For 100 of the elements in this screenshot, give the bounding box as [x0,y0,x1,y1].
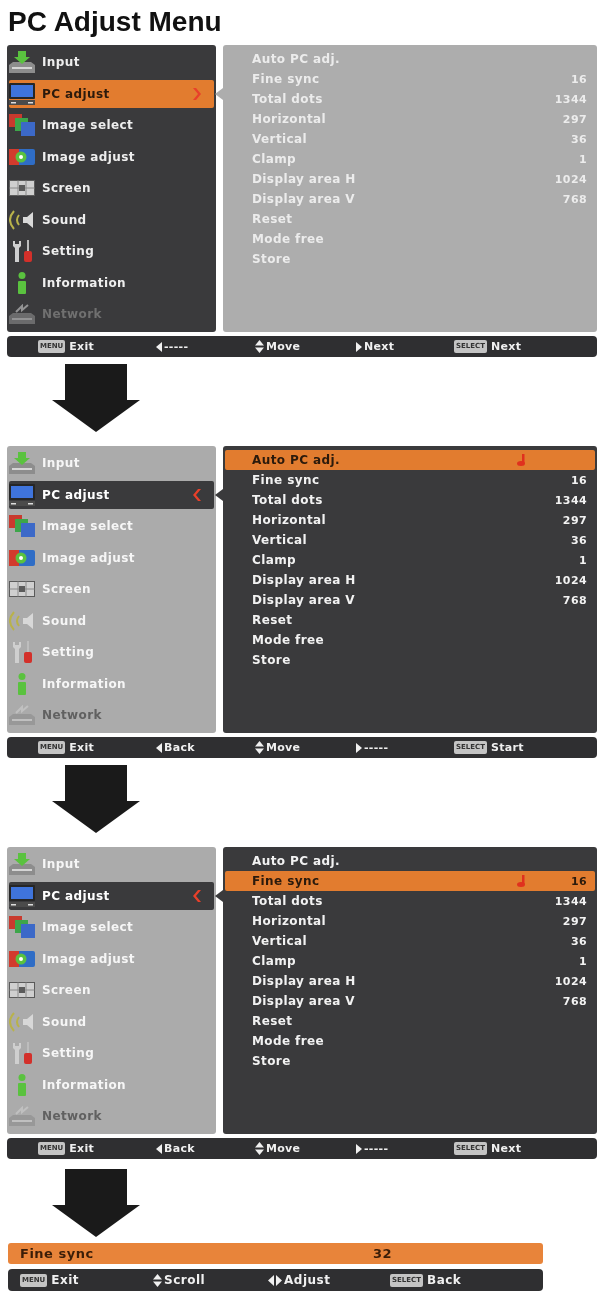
submenu-item[interactable]: Fine sync [252,473,320,487]
zigzag-tray-icon [9,1106,35,1126]
hint-label: Adjust [284,1273,331,1287]
submenu-item[interactable]: Mode free [252,633,325,647]
note-icon [517,875,525,887]
left-triangle-icon [156,1143,162,1154]
wrench-screwdriver-icon [12,1042,32,1064]
submenu-item[interactable]: Clamp [252,553,297,567]
up-down-icon [255,340,264,353]
submenu-item[interactable]: Fine sync [252,874,320,888]
setting-value: 297 [562,914,587,928]
setting-value: 36 [570,132,587,146]
setting-value: 1024 [554,573,587,587]
rgb-tile-icon [9,148,35,165]
submenu-item[interactable]: Auto PC adj. [252,854,340,868]
submenu-item[interactable]: Horizontal [252,914,327,928]
setting-value: 16 [570,473,587,487]
page-title: PC Adjust Menu [8,7,222,37]
left-triangle-icon [156,742,162,753]
menu-item[interactable]: PC adjust [9,881,214,910]
download-tray-icon [9,853,35,875]
hint-label: ----- [364,1142,389,1155]
submenu-item[interactable]: Display area V [252,593,355,607]
setting-value: 32 [373,1246,393,1261]
hint-label: Exit [51,1273,80,1287]
setting-value: 1024 [554,974,587,988]
grid-panel-icon [9,982,35,998]
setting-value: 1344 [554,92,587,106]
setting-value: 36 [570,934,587,948]
hint-label: Scroll [164,1273,206,1287]
info-icon [17,672,27,695]
setting-value: 16 [570,874,587,888]
submenu-item[interactable]: Mode free [252,1034,325,1048]
hint-label: ----- [164,340,189,353]
submenu-item[interactable]: Display area H [252,573,356,587]
submenu-item[interactable]: Total dots [252,493,323,507]
menu-item[interactable]: Image select [9,111,214,139]
submenu-item[interactable]: Total dots [252,894,323,908]
menu-item[interactable]: PC adjust [9,480,214,509]
hint-label: Move [266,1142,301,1155]
menu-item[interactable]: Image adjust [9,142,214,171]
stacked-cards-icon [9,114,35,136]
menu-item[interactable]: Setting [9,237,214,265]
right-triangle-icon [356,742,362,753]
zigzag-tray-icon [9,304,35,324]
submenu-item[interactable]: Auto PC adj. [252,453,340,467]
wrench-screwdriver-icon [12,240,32,262]
down-arrow-icon [52,765,140,833]
up-down-icon [153,1273,162,1287]
submenu-item[interactable]: Horizontal [252,513,327,527]
grid-panel-icon [9,581,35,597]
submenu-item[interactable]: Display area H [252,974,356,988]
submenu-item[interactable]: Store [252,653,291,667]
setting-value: 297 [562,112,587,126]
monitor-icon [9,483,35,506]
hint-label: Move [266,741,301,754]
speaker-icon [9,610,35,631]
menu-item[interactable]: Information [9,268,214,297]
menu-item[interactable]: Screen [9,174,214,202]
rgb-tile-icon [9,549,35,566]
grid-panel-icon [9,180,35,196]
speaker-icon [9,209,35,230]
chevron-right-icon [193,87,201,100]
submenu-item[interactable]: Clamp [252,954,297,968]
setting-value: 297 [562,513,587,527]
setting-value: 768 [562,192,587,206]
hint-label: Exit [69,1142,95,1155]
hint-label: ----- [364,741,389,754]
stacked-cards-icon [9,515,35,537]
submenu-item[interactable]: Vertical [252,934,308,948]
setting-value: 16 [570,72,587,86]
note-icon [517,454,525,466]
submenu-item[interactable]: Display area V [252,994,355,1008]
hint-label: Next [491,1142,522,1155]
hint-label: Start [491,741,524,754]
menu-item[interactable]: PC adjust [9,79,214,108]
hint-label: Back [164,1142,195,1155]
setting-value: 1 [578,954,587,968]
submenu-item[interactable]: Store [252,1054,291,1068]
download-tray-icon [9,452,35,474]
submenu-item[interactable]: Reset [252,613,293,627]
right-triangle-icon [356,341,362,352]
right-triangle-icon [356,1143,362,1154]
hint-label: Next [491,340,522,353]
monitor-icon [9,82,35,105]
up-down-icon [255,1142,264,1155]
left-right-icon [268,1274,282,1286]
submenu-item[interactable]: Vertical [252,533,308,547]
download-tray-icon [9,51,35,73]
hint-label: Move [266,340,301,353]
hint-label: Next [364,340,395,353]
down-arrow-icon [52,1169,140,1237]
setting-value: 1 [578,553,587,567]
speaker-icon [9,1011,35,1032]
menu-item[interactable]: Sound [9,205,214,234]
info-icon [17,1073,27,1096]
chevron-left-icon [193,488,201,501]
menu-item[interactable]: Input [9,48,214,76]
submenu-item[interactable]: Reset [252,1014,293,1028]
setting-value: 1024 [554,172,587,186]
